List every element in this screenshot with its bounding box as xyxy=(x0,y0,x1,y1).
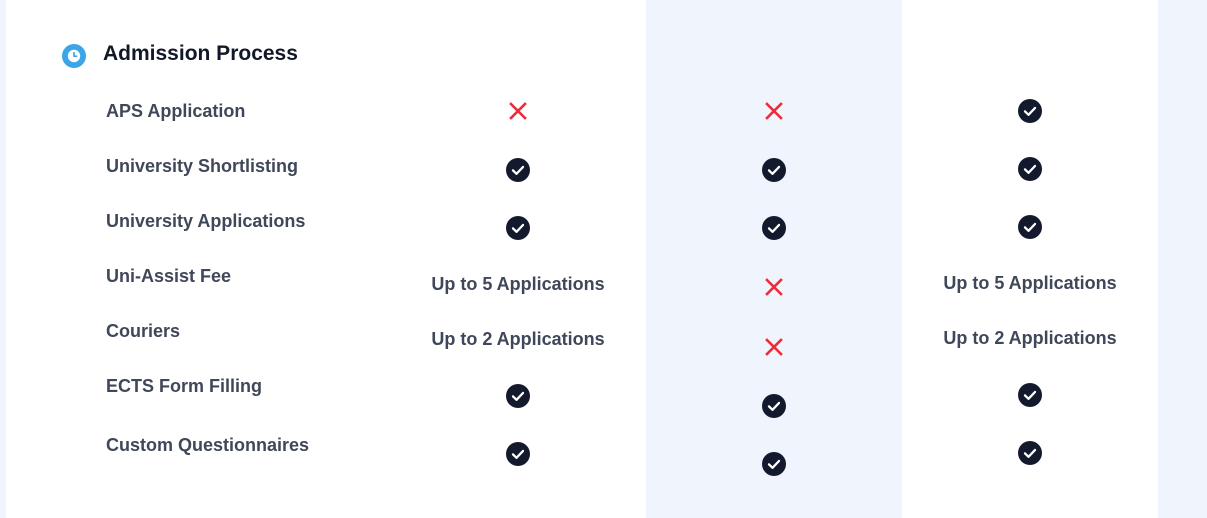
table-cell xyxy=(902,96,1158,126)
table-cell xyxy=(646,272,902,302)
check-icon xyxy=(1018,157,1042,181)
cell-value: Up to 5 Applications xyxy=(431,273,605,294)
clock-icon xyxy=(62,44,86,68)
table-cell xyxy=(390,155,646,185)
table-cell xyxy=(646,155,902,185)
page-edge-left xyxy=(0,0,6,518)
check-icon xyxy=(1018,383,1042,407)
row-label: University Applications xyxy=(106,211,306,231)
table-cell xyxy=(646,213,902,243)
table-cell xyxy=(646,391,902,421)
table-cell: Up to 2 Applications xyxy=(390,324,646,354)
table-cell xyxy=(902,380,1158,410)
table-cell xyxy=(390,213,646,243)
check-icon xyxy=(1018,441,1042,465)
check-icon xyxy=(762,394,786,418)
table-cell: Up to 2 Applications xyxy=(902,323,1158,353)
check-icon xyxy=(1018,215,1042,239)
table-cell: Up to 5 Applications xyxy=(902,268,1158,298)
cell-value: Up to 2 Applications xyxy=(431,328,605,349)
row-label: ECTS Form Filling xyxy=(106,376,262,396)
row-label: University Shortlisting xyxy=(106,156,299,176)
check-icon xyxy=(762,452,786,476)
table-cell xyxy=(646,96,902,126)
page-edge-right xyxy=(1158,0,1207,518)
check-icon xyxy=(762,216,786,240)
check-icon xyxy=(762,158,786,182)
table-cell xyxy=(902,154,1158,184)
table-cell xyxy=(390,96,646,126)
cell-value: Up to 5 Applications xyxy=(943,272,1117,293)
check-icon xyxy=(506,216,530,240)
table-cell xyxy=(902,212,1158,242)
cross-icon xyxy=(765,278,783,296)
highlighted-plan-column xyxy=(646,0,902,518)
table-cell: Up to 5 Applications xyxy=(390,269,646,299)
check-icon xyxy=(506,158,530,182)
table-cell xyxy=(646,449,902,479)
check-icon xyxy=(506,442,530,466)
cross-icon xyxy=(765,102,783,120)
table-cell xyxy=(390,381,646,411)
cross-icon xyxy=(509,102,527,120)
row-label: APS Application xyxy=(106,101,246,121)
section-title: Admission Process xyxy=(103,42,298,65)
check-icon xyxy=(506,384,530,408)
row-label: Custom Questionnaires xyxy=(106,435,310,455)
row-label: Couriers xyxy=(106,321,181,341)
table-cell xyxy=(390,439,646,469)
table-cell xyxy=(902,438,1158,468)
row-label: Uni-Assist Fee xyxy=(106,266,232,286)
check-icon xyxy=(1018,99,1042,123)
cross-icon xyxy=(765,338,783,356)
cell-value: Up to 2 Applications xyxy=(943,327,1117,348)
table-cell xyxy=(646,332,902,362)
